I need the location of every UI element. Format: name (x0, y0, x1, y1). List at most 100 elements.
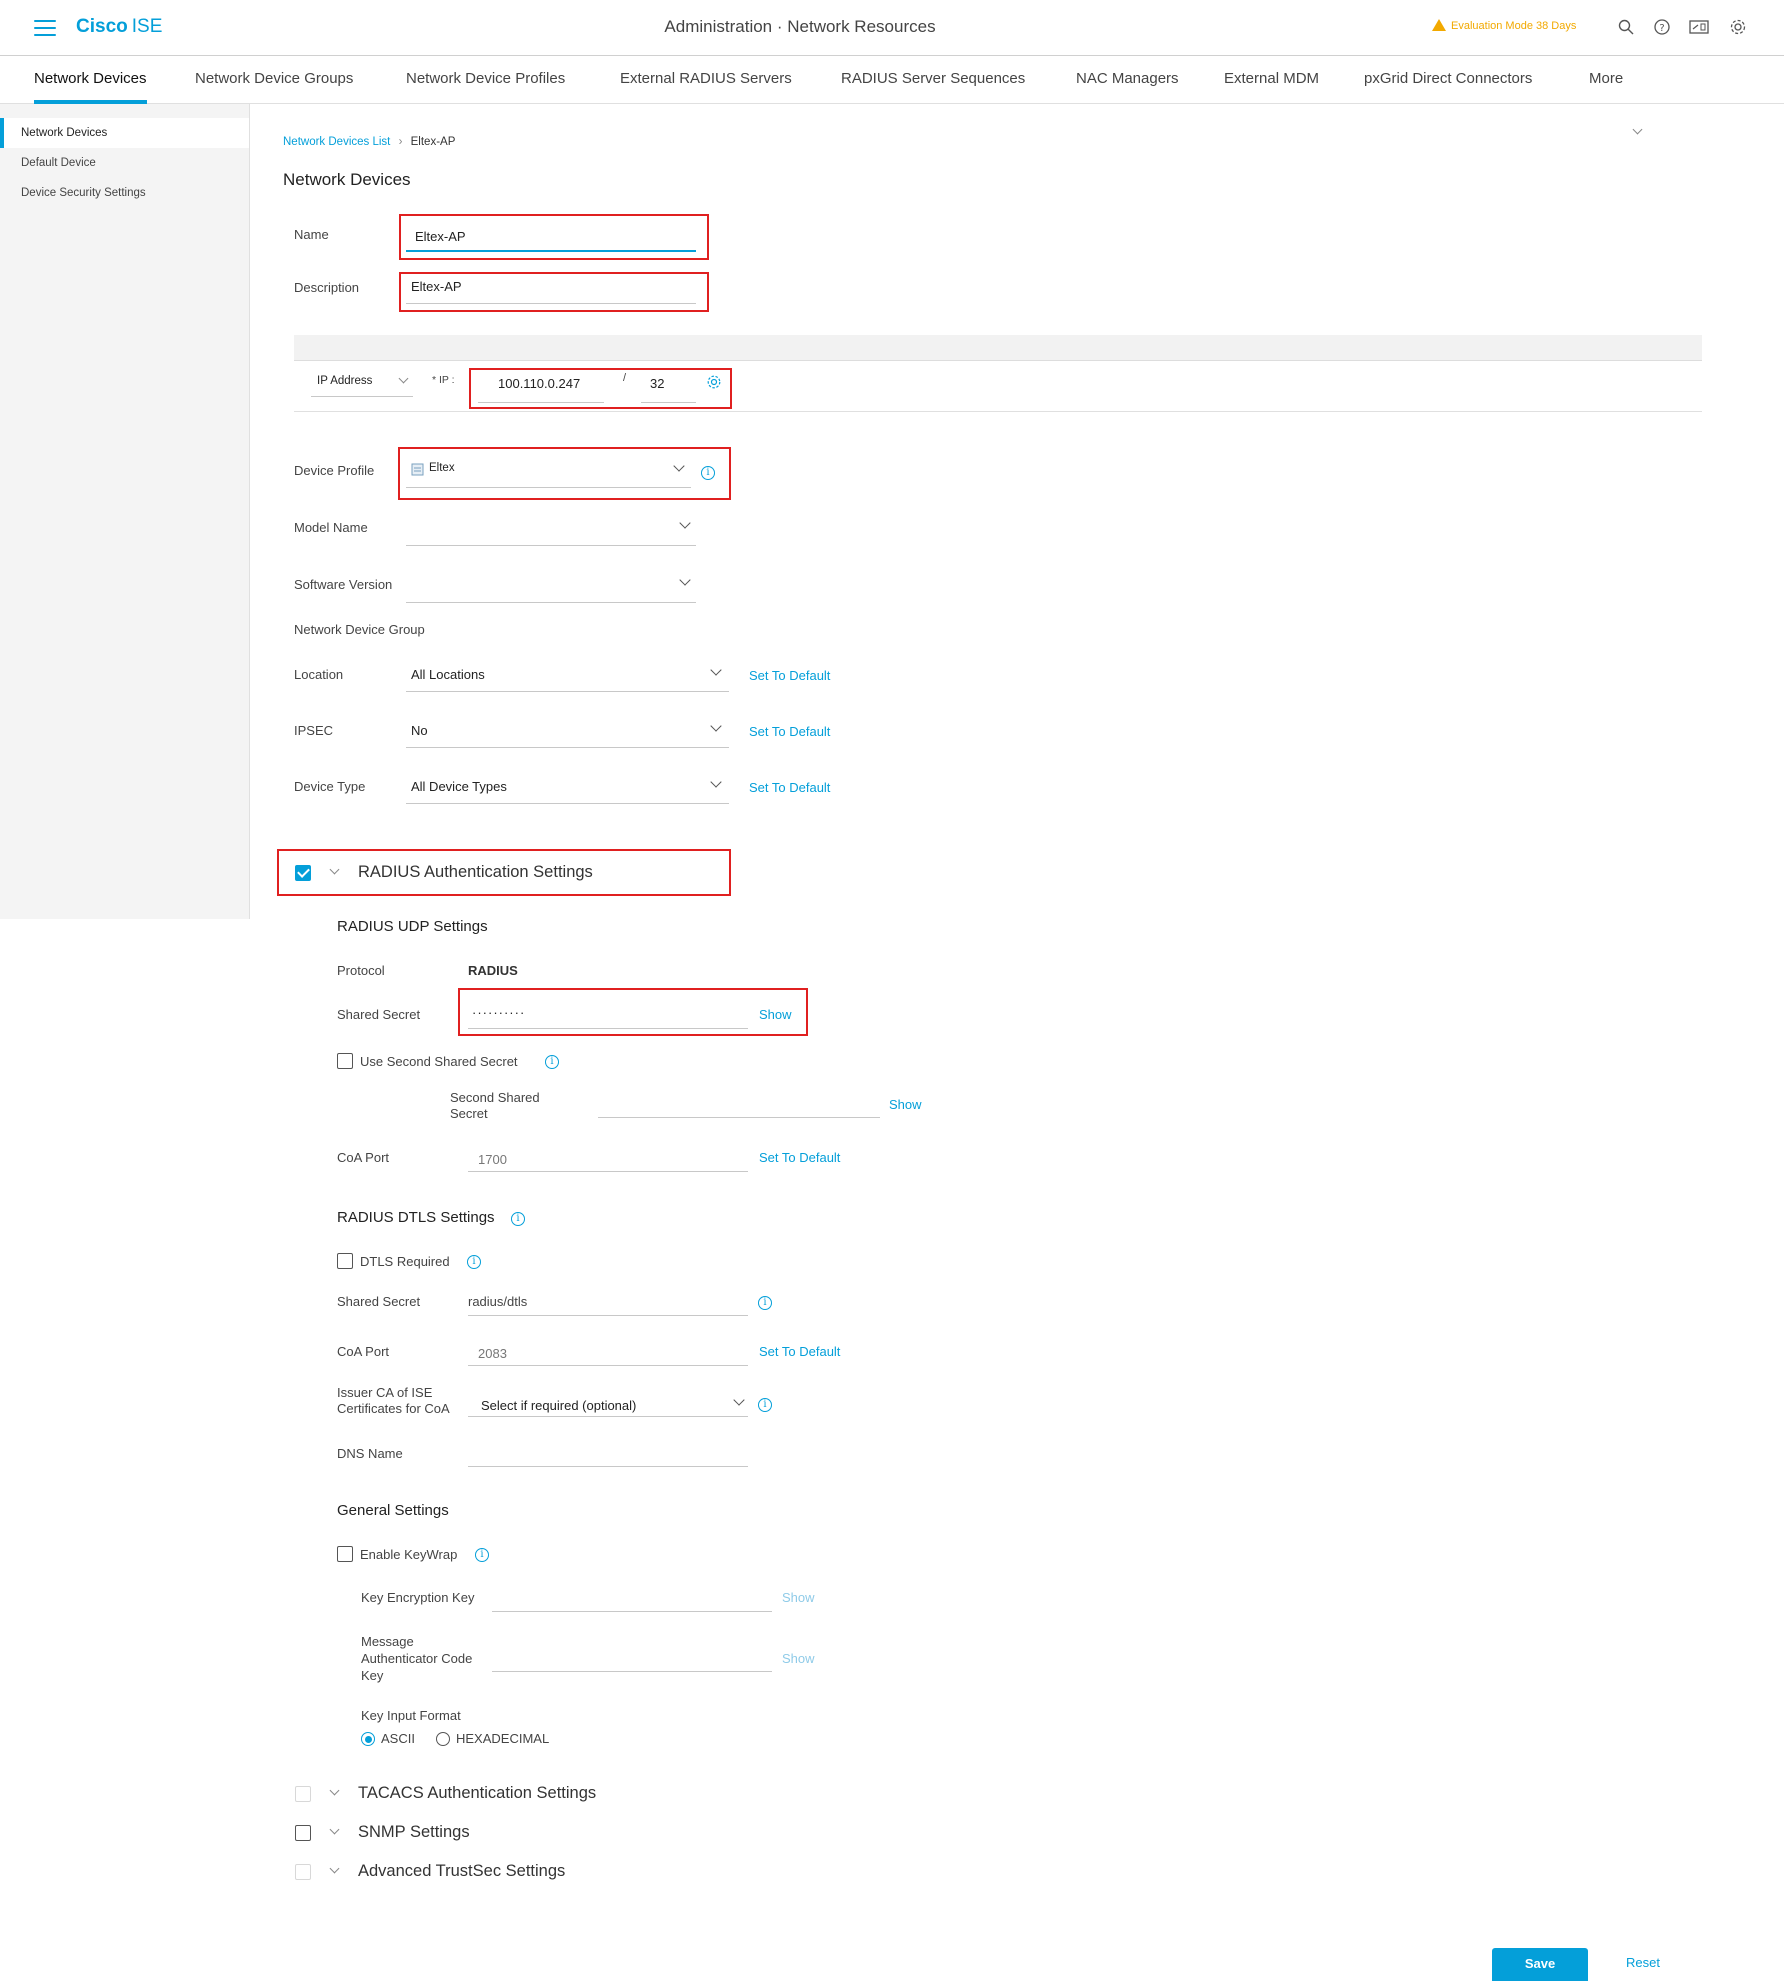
tacacs-enable-checkbox[interactable] (295, 1786, 311, 1802)
ip-type-underline (311, 396, 413, 397)
mack-show-link[interactable]: Show (782, 1651, 815, 1666)
sidebar-item-default-device[interactable]: Default Device (0, 148, 249, 178)
breadcrumb-parent-link[interactable]: Network Devices List (283, 136, 390, 148)
tacacs-section-title[interactable]: TACACS Authentication Settings (358, 1784, 596, 1803)
save-button[interactable]: Save (1492, 1948, 1588, 1981)
tab-external-mdm[interactable]: External MDM (1224, 70, 1319, 87)
chevron-down-icon[interactable] (679, 574, 691, 586)
tab-bar: Network Devices Network Device Groups Ne… (0, 56, 1784, 135)
help-icon[interactable]: ? (1653, 18, 1671, 36)
chevron-down-icon[interactable] (710, 664, 722, 676)
ipsec-select[interactable]: No (411, 723, 428, 738)
ip-slash: / (623, 372, 627, 384)
trustsec-enable-checkbox[interactable] (295, 1864, 311, 1880)
issuer-ca-select[interactable]: Select if required (optional) (481, 1398, 636, 1413)
info-icon[interactable]: i (511, 1212, 525, 1226)
tab-network-devices[interactable]: Network Devices (34, 70, 147, 104)
issuer-ca-underline (468, 1416, 748, 1417)
second-shared-secret-label-line2: Secret (450, 1106, 488, 1121)
snmp-section-title[interactable]: SNMP Settings (358, 1823, 470, 1842)
tab-network-device-profiles[interactable]: Network Device Profiles (406, 70, 565, 87)
enable-keywrap-checkbox[interactable] (337, 1546, 353, 1562)
dtls-coa-port-set-default-link[interactable]: Set To Default (759, 1344, 840, 1359)
chevron-down-icon[interactable] (329, 1863, 340, 1874)
hexadecimal-radio[interactable] (436, 1732, 450, 1746)
reset-button[interactable]: Reset (1626, 1955, 1660, 1970)
sidebar-item-device-security-settings[interactable]: Device Security Settings (0, 178, 249, 208)
gear-icon[interactable] (706, 374, 722, 390)
model-name-select[interactable] (406, 545, 696, 546)
chevron-down-icon[interactable] (733, 1394, 745, 1406)
key-encryption-key-show-link[interactable]: Show (782, 1590, 815, 1605)
gear-icon[interactable] (1729, 18, 1747, 36)
dashboard-icon[interactable] (1689, 18, 1709, 36)
description-input-underline (406, 303, 696, 304)
mack-input[interactable] (492, 1671, 772, 1672)
info-icon[interactable]: i (467, 1255, 481, 1269)
device-type-select[interactable]: All Device Types (411, 779, 507, 794)
dtls-shared-secret-input[interactable]: radius/dtls (468, 1294, 527, 1309)
sidebar-item-network-devices[interactable]: Network Devices (0, 118, 249, 148)
ascii-radio[interactable] (361, 1732, 375, 1746)
device-type-set-default-link[interactable]: Set To Default (749, 780, 830, 795)
tab-more[interactable]: More (1589, 70, 1623, 87)
model-name-label: Model Name (294, 520, 368, 535)
top-header: Cisco ISE Administration · Network Resour… (0, 0, 1784, 56)
chevron-down-icon[interactable] (710, 720, 722, 732)
shared-secret-input[interactable]: ·········· (472, 1005, 525, 1020)
second-secret-show-link[interactable]: Show (889, 1097, 922, 1112)
dtls-required-checkbox[interactable] (337, 1253, 353, 1269)
shared-secret-show-link[interactable]: Show (759, 1007, 792, 1022)
chevron-down-icon[interactable] (329, 1824, 340, 1835)
chevron-down-icon[interactable] (329, 1785, 340, 1796)
location-set-default-link[interactable]: Set To Default (749, 668, 830, 683)
radius-enable-checkbox[interactable] (295, 865, 311, 881)
evaluation-mode-badge[interactable]: Evaluation Mode 38 Days (1432, 19, 1576, 32)
tab-pxgrid-direct-connectors[interactable]: pxGrid Direct Connectors (1364, 70, 1532, 87)
tab-external-radius-servers[interactable]: External RADIUS Servers (620, 70, 792, 87)
tab-nac-managers[interactable]: NAC Managers (1076, 70, 1179, 87)
trustsec-section-title[interactable]: Advanced TrustSec Settings (358, 1862, 565, 1881)
tab-radius-server-sequences[interactable]: RADIUS Server Sequences (841, 70, 1025, 87)
software-version-select[interactable] (406, 602, 696, 603)
dns-name-input[interactable] (468, 1466, 748, 1467)
chevron-down-icon[interactable] (398, 373, 409, 384)
info-icon[interactable]: i (545, 1055, 559, 1069)
protocol-label: Protocol (337, 963, 385, 978)
ip-address-input[interactable]: 100.110.0.247 (498, 376, 580, 391)
name-input[interactable]: Eltex-AP (415, 229, 466, 244)
device-profile-label: Device Profile (294, 463, 375, 478)
description-input[interactable]: Eltex-AP (411, 279, 462, 294)
info-icon[interactable]: i (475, 1548, 489, 1562)
dtls-coa-port-input[interactable]: 2083 (478, 1346, 507, 1361)
info-icon[interactable]: i (758, 1296, 772, 1310)
coa-port-set-default-link[interactable]: Set To Default (759, 1150, 840, 1165)
search-icon[interactable] (1617, 18, 1635, 36)
device-profile-select[interactable]: Eltex (429, 462, 455, 474)
ipsec-set-default-link[interactable]: Set To Default (749, 724, 830, 739)
ipsec-label: IPSEC (294, 723, 334, 738)
snmp-enable-checkbox[interactable] (295, 1825, 311, 1841)
key-encryption-key-input[interactable] (492, 1611, 772, 1612)
ip-label: * IP : (432, 374, 455, 386)
use-second-shared-secret-checkbox[interactable] (337, 1053, 353, 1069)
second-shared-secret-input[interactable] (598, 1117, 880, 1118)
device-profile-icon (411, 463, 424, 476)
tab-network-device-groups[interactable]: Network Device Groups (195, 70, 353, 87)
coa-port-input[interactable]: 1700 (478, 1152, 507, 1167)
name-label: Name (294, 227, 329, 242)
coa-port-underline (468, 1171, 748, 1172)
chevron-down-icon[interactable] (710, 776, 722, 788)
location-underline (406, 691, 729, 692)
radius-section-title[interactable]: RADIUS Authentication Settings (358, 863, 593, 882)
info-icon[interactable]: i (701, 466, 715, 480)
ip-type-select[interactable]: IP Address (317, 375, 372, 387)
info-icon[interactable]: i (758, 1398, 772, 1412)
chevron-down-icon (1632, 124, 1643, 135)
ip-mask-input[interactable]: 32 (650, 376, 664, 391)
location-select[interactable]: All Locations (411, 667, 485, 682)
issuer-ca-label-line1: Issuer CA of ISE (337, 1385, 433, 1400)
device-type-label: Device Type (294, 779, 366, 794)
chevron-down-icon[interactable] (679, 517, 691, 529)
dtls-coa-port-label: CoA Port (337, 1344, 390, 1359)
